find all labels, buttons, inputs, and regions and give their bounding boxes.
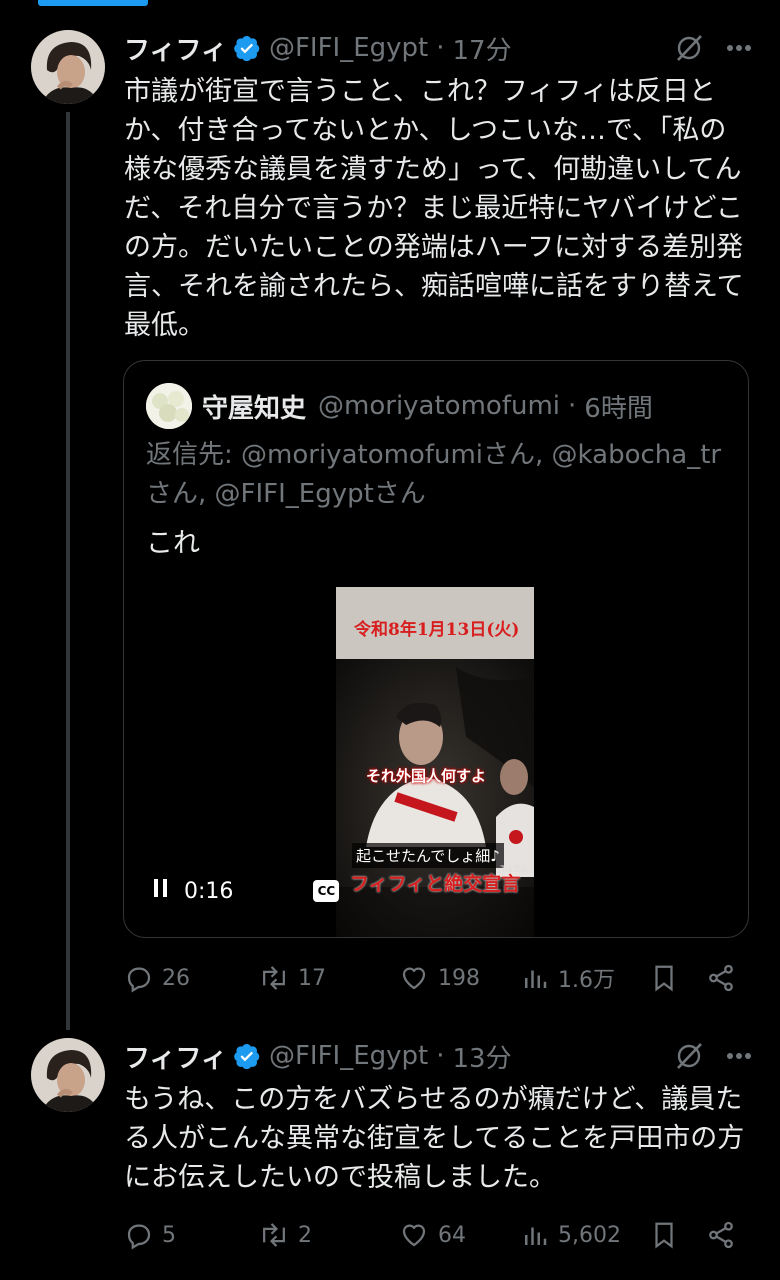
grok-icon[interactable] (674, 33, 704, 63)
author-avatar[interactable] (31, 30, 105, 104)
author-avatar[interactable] (31, 1038, 105, 1112)
like-icon (398, 1220, 430, 1250)
bookmark-icon[interactable] (650, 1220, 706, 1250)
author-name[interactable]: フィフィ (124, 1038, 227, 1075)
cc-icon[interactable]: CC (313, 880, 340, 902)
repost-count: 17 (298, 965, 326, 991)
views-count: 5,602 (558, 1222, 621, 1248)
views-button[interactable]: 1.6万 (520, 962, 650, 994)
bookmark-icon[interactable] (650, 963, 706, 993)
reply-to-line: 返信先: @moriyatomofumiさん, @kabocha_trさん, @… (146, 436, 726, 514)
video-subtitle: 起こせたんでしょ細♪ (352, 843, 504, 868)
quoted-tweet-header: 守屋知史 @moriyatomofumi · 6時間 (202, 383, 653, 429)
timestamp[interactable]: 13分 (453, 1038, 512, 1075)
quoted-tweet-text: これ (146, 528, 200, 559)
more-icon[interactable] (726, 1052, 752, 1060)
reply-icon (124, 1220, 154, 1250)
like-icon (398, 963, 430, 993)
quoted-author-name: 守屋知史 (202, 393, 307, 424)
author-handle[interactable]: @FIFI_Egypt (269, 1041, 428, 1071)
repost-icon (258, 1220, 290, 1250)
reply-count: 26 (162, 965, 190, 991)
more-icon[interactable] (726, 44, 752, 52)
quoted-author-handle: @moriyatomofumi (318, 391, 561, 421)
tweet-actions: 5 2 64 5,602 (124, 1215, 750, 1255)
tweet-header: フィフィ @FIFI_Egypt · 17分 (124, 28, 512, 68)
video-player[interactable]: 令和8年1月13日(火) それ外国人何すよ 起こせたんでしょ細♪ フィフィと絶交… (336, 587, 534, 937)
views-icon (520, 963, 550, 993)
tweet-header: フィフィ @FIFI_Egypt · 13分 (124, 1036, 512, 1076)
repost-icon (258, 963, 290, 993)
quoted-author-avatar (146, 383, 192, 429)
tweet-text: 市議が街宣で言うこと、これ？フィフィは反日とか、付き合ってないとか、しつこいな…… (124, 76, 744, 341)
share-icon[interactable] (706, 1220, 736, 1250)
author-handle[interactable]: @FIFI_Egypt (269, 33, 428, 63)
tweet-text: もうね、この方をバズらせるのが癪だけど、議員たる人がこんな異常な街宣をしてること… (124, 1084, 745, 1193)
grok-icon[interactable] (674, 1041, 704, 1071)
reply-button[interactable]: 26 (124, 963, 258, 993)
views-count: 1.6万 (558, 968, 615, 993)
verified-icon (233, 34, 261, 62)
reply-prefix: 返信先: (146, 440, 242, 470)
active-tab-indicator (38, 0, 148, 6)
tweet-header-icons (674, 1036, 752, 1076)
reply-icon (124, 963, 154, 993)
video-caption-bottom: フィフィと絶交宣言 (350, 873, 521, 895)
views-button[interactable]: 5,602 (520, 1220, 650, 1250)
video-time: 0:16 (184, 878, 234, 904)
reply-count: 5 (162, 1222, 176, 1248)
video-caption-middle: それ外国人何すよ (366, 767, 487, 785)
tiktok-watermark: TikTok (500, 865, 528, 875)
pause-icon[interactable] (152, 877, 170, 905)
like-count: 198 (438, 965, 480, 991)
repost-button[interactable]: 17 (258, 963, 398, 993)
repost-button[interactable]: 2 (258, 1220, 398, 1250)
video-caption-date: 令和8年1月13日(火) (354, 620, 520, 640)
like-button[interactable]: 64 (398, 1220, 520, 1250)
timestamp[interactable]: 17分 (453, 30, 512, 67)
quoted-tweet[interactable]: 守屋知史 @moriyatomofumi · 6時間 返信先: @moriyat… (123, 360, 749, 938)
separator-dot: · (568, 391, 577, 421)
share-icon[interactable] (706, 963, 736, 993)
separator-dot: · (436, 33, 445, 63)
like-count: 64 (438, 1222, 466, 1248)
repost-count: 2 (298, 1222, 312, 1248)
separator-dot: · (436, 1041, 445, 1071)
thread-connector-line (66, 112, 70, 1030)
like-button[interactable]: 198 (398, 963, 520, 993)
quoted-timestamp: 6時間 (584, 393, 653, 424)
verified-icon (233, 1042, 261, 1070)
tweet-actions: 26 17 198 1.6万 (124, 958, 750, 998)
author-name[interactable]: フィフィ (124, 30, 227, 67)
views-icon (520, 1220, 550, 1250)
reply-button[interactable]: 5 (124, 1220, 258, 1250)
tweet-header-icons (674, 28, 752, 68)
video-controls: 0:16 CC (152, 877, 340, 905)
